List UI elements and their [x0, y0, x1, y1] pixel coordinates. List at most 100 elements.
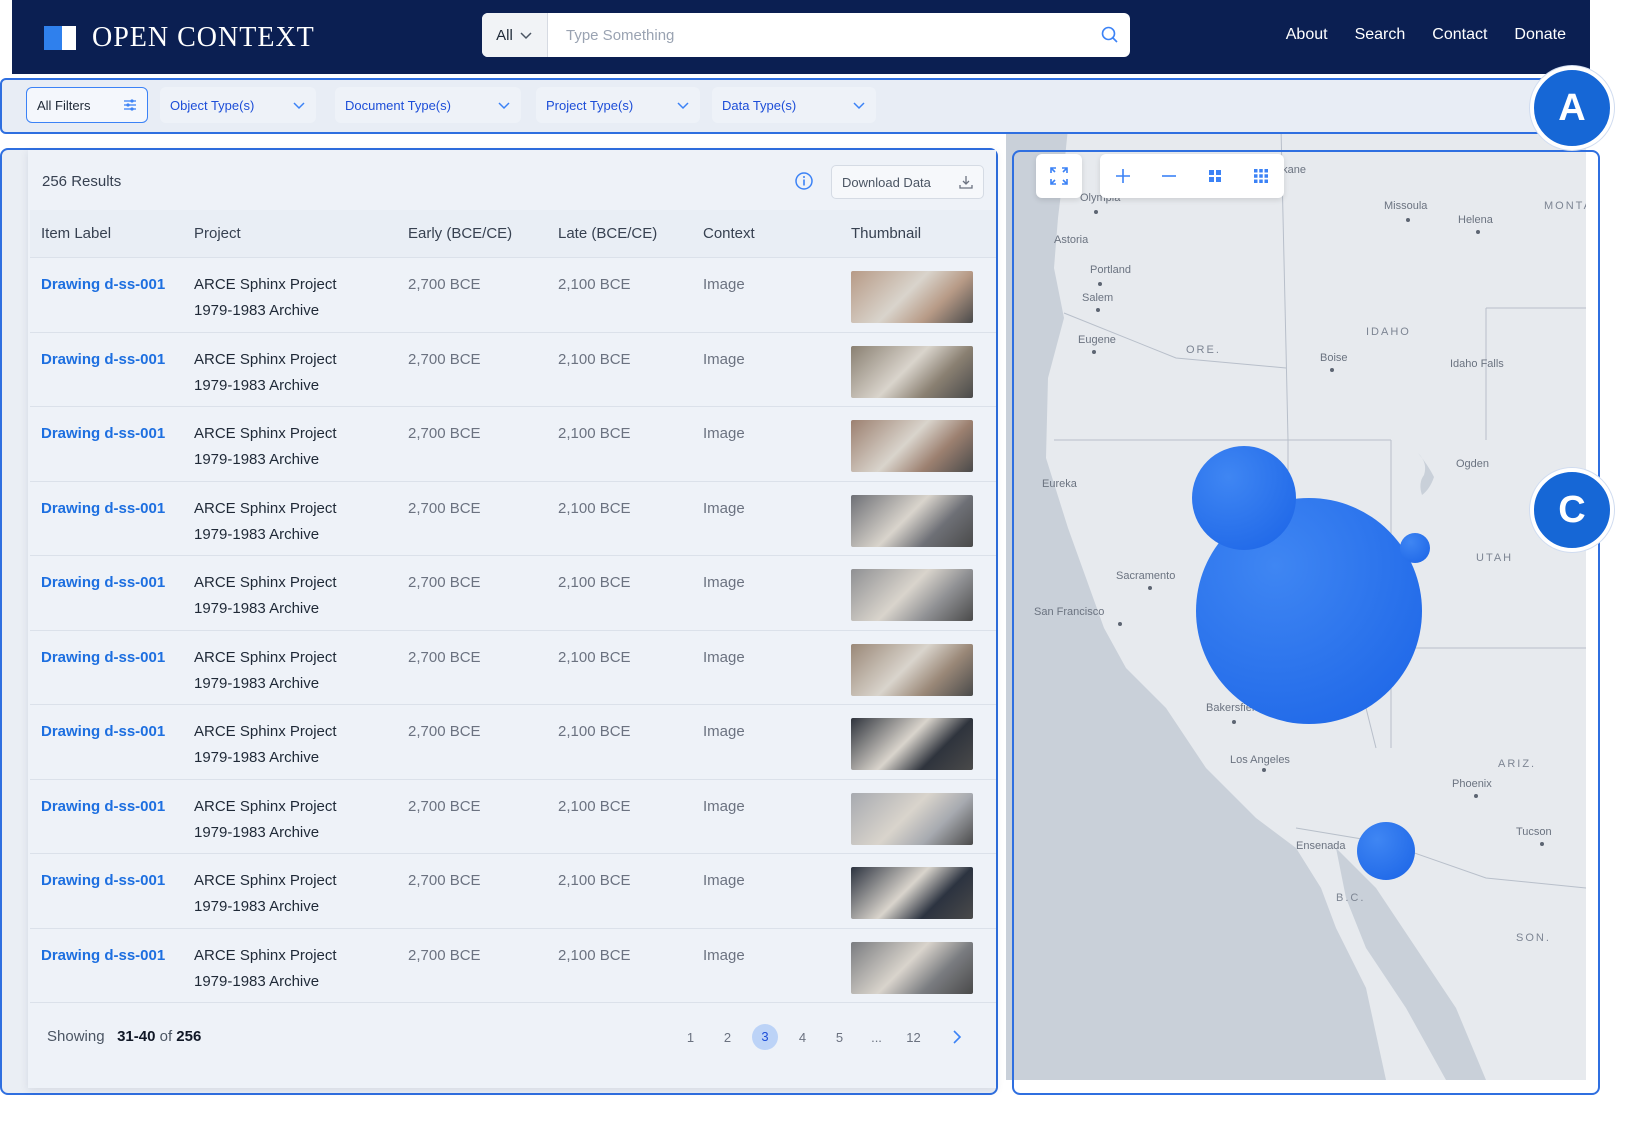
item-label[interactable]: Drawing d-ss-001	[41, 351, 165, 368]
column-header[interactable]: Early (BCE/CE)	[408, 225, 558, 242]
grid-large-icon[interactable]	[1192, 154, 1238, 198]
column-header[interactable]: Item Label	[30, 225, 194, 242]
item-label[interactable]: Drawing d-ss-001	[41, 425, 165, 442]
search-icon[interactable]	[1090, 13, 1130, 57]
thumbnail-image[interactable]	[851, 420, 973, 472]
thumbnail-image[interactable]	[851, 643, 973, 696]
early-date: 2,700 BCE	[408, 723, 481, 740]
thumbnail-image[interactable]	[851, 345, 973, 398]
item-label-link[interactable]: Drawing d-ss-001	[30, 421, 194, 447]
map-cluster-marker[interactable]	[1400, 533, 1430, 563]
column-header[interactable]: Project	[194, 221, 408, 247]
map-cluster-marker[interactable]	[1357, 822, 1415, 880]
table-row[interactable]: Drawing d-ss-001 ARCE Sphinx Project 1979-…	[30, 854, 996, 929]
item-label-link[interactable]: Drawing d-ss-001	[30, 868, 194, 894]
search-scope-label: All	[496, 26, 513, 44]
page-link[interactable]: 2	[709, 1030, 746, 1045]
item-label[interactable]: Drawing d-ss-001	[41, 723, 165, 740]
thumbnail-cell	[851, 867, 991, 919]
item-label[interactable]: Drawing d-ss-001	[41, 872, 165, 889]
page-link[interactable]: 4	[784, 1030, 821, 1045]
chevron-down-icon	[853, 102, 865, 110]
thumbnail-image[interactable]	[851, 792, 973, 845]
zoom-out-icon[interactable]	[1146, 154, 1192, 198]
item-label[interactable]: Drawing d-ss-001	[41, 276, 165, 293]
column-header[interactable]: Thumbnail	[851, 225, 991, 242]
map-city-label: Ogden	[1456, 458, 1490, 470]
table-row[interactable]: Drawing d-ss-001 ARCE Sphinx Project 1979-…	[30, 556, 996, 631]
thumbnail-image[interactable]	[851, 271, 973, 323]
download-icon	[959, 176, 973, 189]
project-name: ARCE Sphinx Project	[194, 648, 337, 666]
info-icon[interactable]	[794, 171, 814, 196]
item-label-link[interactable]: Drawing d-ss-001	[30, 347, 194, 373]
project-type-dropdown[interactable]: Project Type(s)	[536, 87, 700, 123]
item-label-link[interactable]: Drawing d-ss-001	[30, 645, 194, 671]
item-label-link[interactable]: Drawing d-ss-001	[30, 943, 194, 969]
item-label-link[interactable]: Drawing d-ss-001	[30, 496, 194, 522]
item-label[interactable]: Drawing d-ss-001	[41, 947, 165, 964]
item-label[interactable]: Drawing d-ss-001	[41, 574, 165, 591]
search-input[interactable]	[548, 13, 1090, 57]
map-city-dot	[1118, 622, 1122, 626]
map-city-dot	[1094, 210, 1098, 214]
nav-search[interactable]: Search	[1355, 26, 1406, 44]
page-link-current[interactable]: 3	[752, 1024, 778, 1050]
thumbnail-cell	[851, 643, 991, 696]
data-type-dropdown[interactable]: Data Type(s)	[712, 87, 876, 123]
next-page-icon[interactable]	[942, 1030, 972, 1044]
map-fullscreen-tool	[1036, 154, 1082, 198]
map-city-dot	[1148, 586, 1152, 590]
thumbnail-image[interactable]	[851, 718, 973, 770]
table-row[interactable]: Drawing d-ss-001 ARCE Sphinx Project 1979-…	[30, 258, 996, 333]
site-logo[interactable]: OPEN CONTEXT	[44, 22, 315, 54]
context-cell: Image	[703, 797, 745, 815]
object-type-dropdown[interactable]: Object Type(s)	[160, 87, 316, 123]
page-link[interactable]: 5	[821, 1030, 858, 1045]
thumbnail-image[interactable]	[851, 494, 973, 547]
column-header[interactable]: Late (BCE/CE)	[558, 225, 703, 242]
item-label-link[interactable]: Drawing d-ss-001	[30, 719, 194, 745]
late-date: 2,100 BCE	[558, 946, 631, 964]
thumbnail-image[interactable]	[851, 569, 973, 621]
project-cell: ARCE Sphinx Project 1979-1983 Archive	[194, 868, 408, 920]
table-row[interactable]: Drawing d-ss-001 ARCE Sphinx Project 1979-…	[30, 929, 996, 1003]
nav-about[interactable]: About	[1286, 26, 1328, 44]
item-label[interactable]: Drawing d-ss-001	[41, 649, 165, 666]
page-link[interactable]: 1	[672, 1030, 709, 1045]
thumbnail-image[interactable]	[851, 941, 973, 994]
map-city-label: Missoula	[1384, 200, 1428, 212]
page-link[interactable]: 12	[895, 1030, 932, 1045]
item-label[interactable]: Drawing d-ss-001	[41, 500, 165, 517]
fullscreen-icon[interactable]	[1036, 154, 1082, 198]
nav-contact[interactable]: Contact	[1432, 26, 1487, 44]
table-row[interactable]: Drawing d-ss-001 ARCE Sphinx Project 1979-…	[30, 705, 996, 780]
all-filters-button[interactable]: All Filters	[26, 87, 148, 123]
pagination: Showing 31-40 of 256 1 2 3 4 5 ... 12	[30, 1016, 996, 1056]
map-city-label: Eugene	[1078, 334, 1116, 346]
project-archive: 1979-1983 Archive	[194, 376, 320, 394]
page-links: 1 2 3 4 5 ... 12	[672, 1024, 972, 1050]
zoom-in-icon[interactable]	[1100, 154, 1146, 198]
project-archive: 1979-1983 Archive	[194, 898, 320, 915]
item-label-link[interactable]: Drawing d-ss-001	[30, 272, 194, 298]
map-cluster-marker[interactable]	[1192, 446, 1296, 550]
column-header[interactable]: Context	[703, 225, 851, 242]
table-row[interactable]: Drawing d-ss-001 ARCE Sphinx Project 1979-…	[30, 780, 996, 854]
context-cell: Image	[703, 872, 745, 889]
table-row[interactable]: Drawing d-ss-001 ARCE Sphinx Project 1979-…	[30, 407, 996, 482]
item-label[interactable]: Drawing d-ss-001	[41, 798, 165, 815]
item-label-link[interactable]: Drawing d-ss-001	[30, 570, 194, 596]
nav-donate[interactable]: Donate	[1514, 26, 1566, 44]
document-type-dropdown[interactable]: Document Type(s)	[335, 87, 521, 123]
results-map[interactable]: okane Olympia Astoria Portland Salem Eug…	[1006, 128, 1586, 1080]
search-scope-select[interactable]: All	[482, 13, 548, 57]
table-row[interactable]: Drawing d-ss-001 ARCE Sphinx Project 1979-…	[30, 631, 996, 705]
thumbnail-image[interactable]	[851, 867, 973, 919]
download-data-button[interactable]: Download Data	[831, 165, 984, 199]
table-row[interactable]: Drawing d-ss-001 ARCE Sphinx Project 1979-…	[30, 333, 996, 407]
table-row[interactable]: Drawing d-ss-001 ARCE Sphinx Project 1979-…	[30, 482, 996, 556]
project-cell: ARCE Sphinx Project 1979-1983 Archive	[194, 645, 408, 697]
item-label-link[interactable]: Drawing d-ss-001	[30, 794, 194, 820]
grid-small-icon[interactable]	[1238, 154, 1284, 198]
